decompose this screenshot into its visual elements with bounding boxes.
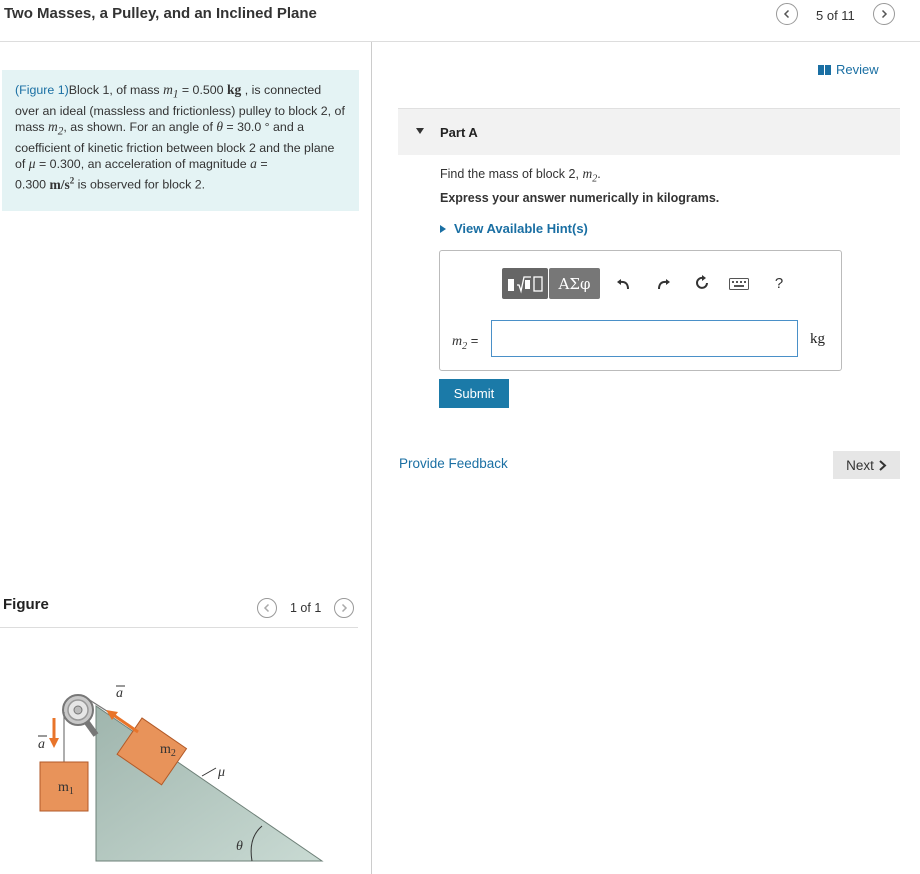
incline-pulley-figure: m1 m2 a a μ θ: [38, 685, 324, 862]
reset-icon: [696, 275, 708, 289]
problem-text: =: [256, 157, 268, 172]
figure-header: Figure 1 of 1: [0, 588, 358, 628]
templates-icon: [508, 275, 543, 293]
review-link[interactable]: Review: [818, 62, 879, 77]
acceleration-arrow-down: [49, 718, 59, 748]
figure-counter: 1 of 1: [290, 601, 322, 615]
acceleration-label-top: a: [116, 686, 123, 701]
problem-text: is observed for block 2.: [74, 177, 206, 192]
templates-button[interactable]: [502, 268, 548, 299]
figure-label: Figure: [3, 596, 49, 613]
var-theta: θ: [216, 119, 223, 135]
mu-label: μ: [217, 765, 225, 780]
collapse-triangle-icon: [416, 128, 424, 134]
var-m1: m1: [163, 82, 179, 101]
keyboard-icon: [729, 278, 749, 290]
book-icon: [818, 65, 831, 75]
theta-label: θ: [236, 839, 243, 854]
undo-icon: [617, 279, 629, 289]
item-counter: 5 of 11: [816, 8, 855, 23]
page-title: Two Masses, a Pulley, and an Inclined Pl…: [4, 5, 317, 22]
part-a-header[interactable]: Part A: [398, 108, 900, 155]
mu-pointer: [201, 767, 217, 777]
var-a: a: [250, 156, 257, 172]
previous-item-button[interactable]: [776, 3, 798, 25]
incline-plane: [95, 705, 324, 862]
reset-button[interactable]: [692, 273, 712, 293]
chevron-right-icon: [881, 9, 888, 19]
problem-text: 0.300: [15, 177, 50, 192]
next-button[interactable]: Next: [833, 451, 900, 479]
problem-statement: (Figure 1)Block 1, of mass m1 = 0.500 kg…: [2, 70, 359, 211]
figure-next-button[interactable]: [334, 598, 354, 618]
expand-triangle-icon: [440, 224, 446, 233]
chevron-right-icon: [341, 603, 348, 613]
chevron-left-icon: [263, 603, 270, 613]
problem-text: = 0.500: [178, 83, 228, 97]
help-button[interactable]: ?: [770, 273, 788, 293]
part-a-label: Part A: [440, 125, 478, 140]
review-label: Review: [836, 62, 879, 77]
next-label: Next: [846, 457, 874, 473]
redo-icon: [658, 279, 670, 289]
hint-label: View Available Hint(s): [454, 221, 588, 236]
greek-symbols-button[interactable]: ΑΣφ: [549, 268, 600, 299]
keyboard-button[interactable]: [728, 277, 750, 291]
acceleration-label-left: a: [38, 737, 45, 752]
problem-text: = 0.300, an acceleration of magnitude: [35, 157, 251, 172]
undo-button[interactable]: [614, 273, 634, 293]
chevron-left-icon: [783, 9, 790, 19]
next-item-button[interactable]: [873, 3, 895, 25]
top-bar: Two Masses, a Pulley, and an Inclined Pl…: [0, 0, 920, 42]
var-mu: μ: [28, 156, 36, 172]
unit-accel: m/s2: [49, 175, 75, 192]
problem-text: , as shown. For an angle of: [63, 120, 217, 135]
answer-box: ΑΣφ ? m2 = kg: [439, 250, 842, 371]
figure-link[interactable]: (Figure 1): [15, 83, 69, 97]
submit-button[interactable]: Submit: [439, 379, 509, 408]
answer-unit: kg: [810, 331, 825, 347]
view-hints-toggle[interactable]: View Available Hint(s): [440, 221, 588, 236]
answer-input[interactable]: [491, 320, 798, 357]
problem-text: Block 1, of mass: [68, 83, 164, 97]
instruction-text: Express your answer numerically in kilog…: [440, 191, 720, 205]
question-text: Find the mass of block 2, m2.: [440, 166, 601, 185]
chevron-right-icon: [879, 459, 887, 471]
answer-variable-label: m2 =: [452, 333, 479, 352]
var-m2: m2: [48, 119, 64, 138]
provide-feedback-link[interactable]: Provide Feedback: [399, 456, 508, 471]
redo-button[interactable]: [653, 273, 673, 293]
unit-kg: kg: [227, 82, 242, 97]
figure-prev-button[interactable]: [257, 598, 277, 618]
var-m2: m2: [582, 166, 598, 185]
